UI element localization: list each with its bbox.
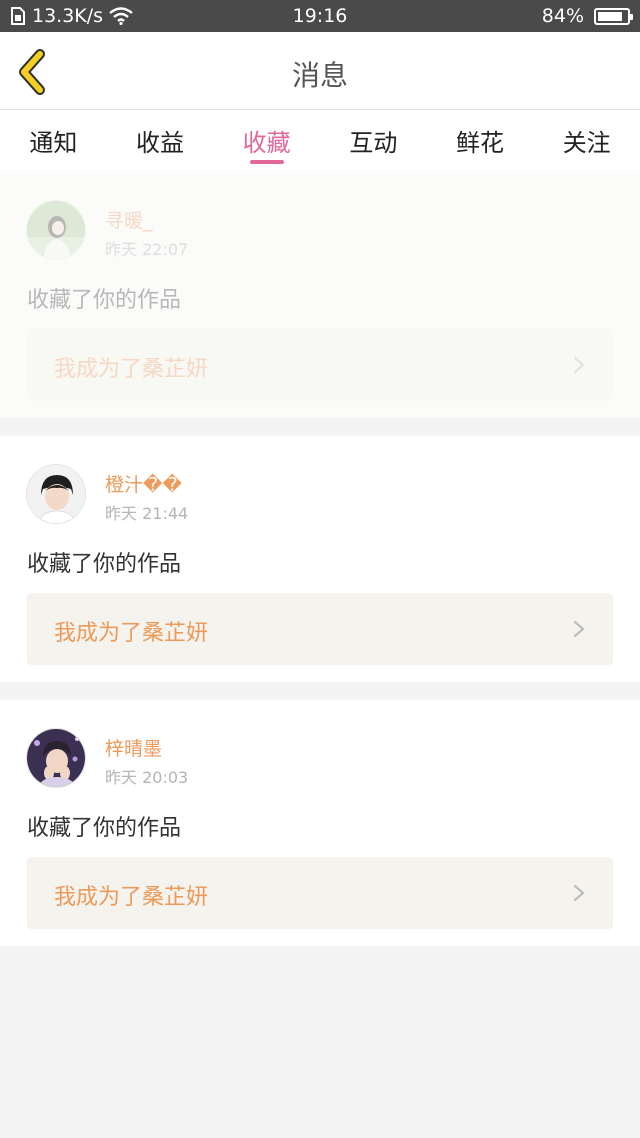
work-link[interactable]: 我成为了桑芷妍 [27,593,613,665]
timestamp: 昨天 20:03 [105,768,189,787]
avatar[interactable] [26,728,86,788]
tab-earnings[interactable]: 收益 [107,110,214,172]
message-card: 梓晴墨 昨天 20:03 收藏了你的作品 我成为了桑芷妍 [0,700,640,946]
username[interactable]: 橙汁�� [105,470,182,497]
avatar[interactable] [26,200,86,260]
tab-interactions[interactable]: 互动 [320,110,427,172]
status-right: 84% [541,5,633,27]
timestamp: 昨天 22:07 [105,240,189,259]
avatar-boy-photo [27,465,85,523]
work-link[interactable]: 我成为了桑芷妍 [27,329,613,401]
action-text: 收藏了你的作品 [27,816,182,841]
work-title: 我成为了桑芷妍 [54,357,209,382]
tab-following[interactable]: 关注 [533,110,640,172]
message-card: 橙汁�� 昨天 21:44 收藏了你的作品 我成为了桑芷妍 [0,436,640,682]
work-title: 我成为了桑芷妍 [54,621,209,646]
timestamp: 昨天 21:44 [105,504,189,523]
message-list: 寻暖_ 昨天 22:07 收藏了你的作品 我成为了桑芷妍 橙汁�� 昨天 21:… [0,172,640,946]
message-card: 寻暖_ 昨天 22:07 收藏了你的作品 我成为了桑芷妍 [0,172,640,418]
work-link[interactable]: 我成为了桑芷妍 [27,857,613,929]
tab-flowers[interactable]: 鲜花 [427,110,534,172]
tab-favorites[interactable]: 收藏 [213,110,320,172]
battery-icon [594,7,633,25]
battery-percent: 84% [541,5,584,27]
battery-level-fill [598,11,622,21]
chevron-right-icon [573,356,585,374]
tab-bar: 通知 收益 收藏 互动 鲜花 关注 [0,110,640,172]
chevron-right-icon [573,884,585,902]
action-text: 收藏了你的作品 [27,552,182,577]
username[interactable]: 梓晴墨 [105,734,162,761]
avatar-boy-photo [27,729,85,787]
work-title: 我成为了桑芷妍 [54,885,209,910]
username[interactable]: 寻暖_ [105,206,153,233]
action-text: 收藏了你的作品 [27,288,182,313]
chevron-right-icon [573,620,585,638]
tab-notifications[interactable]: 通知 [0,110,107,172]
avatar[interactable] [26,464,86,524]
header: 消息 [0,32,640,110]
avatar-girl-photo [27,201,85,259]
page-title: 消息 [291,59,348,92]
status-bar: 13.3K/s 19:16 84% [0,0,640,32]
